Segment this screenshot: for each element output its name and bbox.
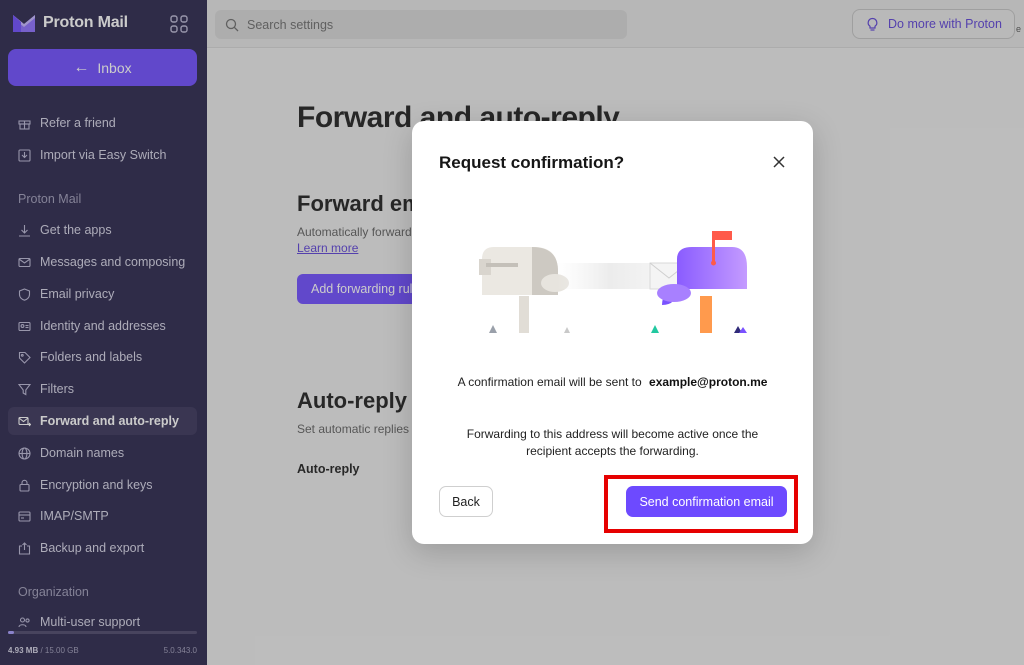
back-button[interactable]: Back: [439, 486, 493, 517]
close-icon[interactable]: [771, 154, 787, 170]
mailbox-forwarding-illustration: [479, 231, 747, 333]
send-confirmation-email-button[interactable]: Send confirmation email: [626, 486, 787, 517]
confirmation-message-prefix: A confirmation email will be sent to: [457, 375, 642, 389]
recipient-email: example@proton.me: [649, 375, 768, 389]
activation-note: Forwarding to this address will become a…: [466, 427, 759, 458]
modal-title: Request confirmation?: [439, 153, 625, 172]
confirmation-message: A confirmation email will be sent to exa…: [412, 375, 813, 389]
request-confirmation-modal: Request confirmation? A confirmation ema…: [412, 121, 813, 544]
